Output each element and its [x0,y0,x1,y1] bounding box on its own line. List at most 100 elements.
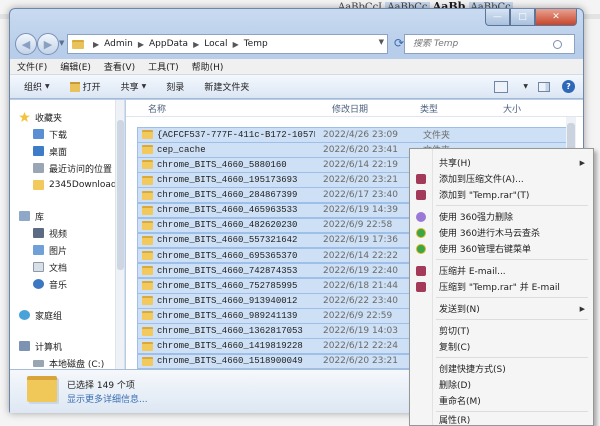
menu-item-label: 压缩到 "Temp.rar" 并 E-mail [439,283,560,293]
share-button[interactable]: 共享 ▼ [121,80,147,93]
minimize-button[interactable]: — [485,9,510,26]
nav-library[interactable]: 库 [19,209,44,223]
menu-item-copy[interactable]: 复制(C) [410,339,593,354]
menu-view[interactable]: 查看(V) [104,60,135,73]
nav-local-disk[interactable]: 本地磁盘 (C:) [33,356,104,369]
file-date: 2022/6/17 23:40 [323,190,398,201]
column-headers: 名称 修改日期 类型 大小 [126,100,583,117]
nav-homegroup[interactable]: 家庭组 [19,308,62,322]
library-icon [19,211,30,221]
column-name[interactable]: 名称 [148,102,166,115]
menu-item-add-archive[interactable]: 添加到压缩文件(A)... [410,171,593,186]
file-name: chrome_BITS_4660_1419819228 [157,341,303,352]
folder-icon [142,281,153,291]
recent-pages-dropdown[interactable]: ▼ [59,39,64,47]
menu-item-cut[interactable]: 剪切(T) [410,323,593,338]
arrow-left-icon: ◀ [21,37,31,51]
menu-separator [436,319,588,320]
menu-edit[interactable]: 编辑(E) [60,60,91,73]
chevron-down-icon: ▼ [141,83,147,90]
menu-item-360-manage-menu[interactable]: 使用 360管理右键菜单 [410,241,593,256]
search-input[interactable] [413,39,553,49]
menu-separator [436,259,588,260]
breadcrumb-item[interactable]: ▶ Local [188,39,227,49]
show-more-details-link[interactable]: 显示更多详细信息... [67,392,148,405]
address-bar[interactable]: ▶ Admin ▶ AppData ▶ Local ▶ Temp ▼ [67,34,388,54]
file-date: 2022/6/12 22:24 [323,341,398,352]
menu-item-create-shortcut[interactable]: 创建快捷方式(S) [410,361,593,376]
organize-button[interactable]: 组织 ▼ [24,80,50,93]
file-date: 2022/6/9 22:59 [323,310,393,321]
menu-item-360-force-delete[interactable]: 使用 360强力删除 [410,209,593,224]
new-folder-label: 新建文件夹 [204,83,250,93]
menu-item-add-temp-rar[interactable]: 添加到 "Temp.rar"(T) [410,187,593,202]
menu-item-label: 属性(R) [439,416,471,426]
file-date: 2022/6/20 23:41 [323,144,398,155]
file-date: 2022/6/22 23:40 [323,295,398,306]
file-name: cep_cache [157,144,206,155]
back-button[interactable]: ◀ [15,33,37,55]
file-date: 2022/4/26 23:09 [323,129,398,140]
nav-music[interactable]: 音乐 [33,277,67,291]
file-row[interactable]: {ACFCF537-777F-411c-B172-1057F89... 2022/… [137,127,567,143]
menu-item-share[interactable]: 共享(H) ▶ [410,155,593,170]
scrollbar-thumb[interactable] [567,123,575,151]
scrollbar-thumb[interactable] [117,120,124,270]
column-type[interactable]: 类型 [420,102,438,115]
breadcrumb-item[interactable]: ▶ AppData [133,39,188,49]
menu-item-send-to[interactable]: 发送到(N) ▶ [410,301,593,316]
winrar-icon [416,189,426,200]
breadcrumb-item[interactable]: ▶ Temp [228,39,268,49]
nav-documents[interactable]: 文档 [33,260,67,274]
nav-video[interactable]: 视频 [33,226,67,240]
forward-button[interactable]: ▶ [37,33,59,55]
nav-favorites[interactable]: 收藏夹 [19,110,62,124]
breadcrumb-item[interactable]: ▶ Admin [88,39,133,49]
menu-item-rename[interactable]: 重命名(M) [410,393,593,408]
breadcrumb-label: Admin [104,39,133,49]
nav-label: 最近访问的位置 [49,164,113,175]
command-bar: 组织 ▼ 打开 共享 ▼ 刻录 新建文件夹 ▼ ? [10,75,583,99]
menu-item-compress-temp-email[interactable]: 压缩到 "Temp.rar" 并 E-mail [410,279,593,294]
homegroup-icon [19,310,30,320]
menu-file[interactable]: 文件(F) [17,60,47,73]
nav-computer[interactable]: 计算机 [19,339,62,353]
desktop-icon [33,146,44,156]
menu-tools[interactable]: 工具(T) [148,60,179,73]
menu-item-delete[interactable]: 删除(D) [410,377,593,392]
column-modified[interactable]: 修改日期 [332,102,368,115]
burn-button[interactable]: 刻录 [166,80,184,93]
folder-icon [142,145,153,155]
menu-item-properties[interactable]: 属性(R) [410,412,593,426]
menu-item-label: 发送到(N) [439,305,480,315]
new-folder-button[interactable]: 新建文件夹 [204,80,249,93]
chevron-down-icon[interactable]: ▼ [523,83,528,90]
menu-item-compress-email[interactable]: 压缩并 E-mail... [410,263,593,278]
close-button[interactable]: ✕ [535,9,577,26]
nav-desktop[interactable]: 桌面 [33,144,67,158]
column-size[interactable]: 大小 [503,102,521,115]
open-button[interactable]: 打开 [69,80,101,93]
file-type: 文件夹 [423,131,451,142]
nav-2345downloads[interactable]: 2345Downloads [33,178,121,192]
address-dropdown-icon[interactable]: ▼ [379,38,384,46]
nav-recent[interactable]: 最近访问的位置 [33,161,112,175]
nav-download[interactable]: 下载 [33,127,67,141]
nav-label: 家庭组 [35,311,63,322]
view-controls: ▼ ? [494,80,575,93]
file-name: chrome_BITS_4660_465963533 [157,205,298,216]
help-icon[interactable]: ? [562,80,575,93]
nav-pictures[interactable]: 图片 [33,243,67,257]
submenu-arrow-icon: ▶ [579,304,585,313]
search-box[interactable] [404,34,575,54]
preview-pane-icon[interactable] [538,81,550,92]
menu-item-360-trojan-scan[interactable]: 使用 360进行木马云查杀 [410,225,593,240]
view-mode-icon[interactable] [494,80,509,93]
menu-help[interactable]: 帮助(H) [192,60,224,73]
chevron-right-icon: ▶ [93,39,100,49]
nav-label: 收藏夹 [35,113,63,124]
nav-label: 库 [35,212,45,223]
file-date: 2022/6/19 14:03 [323,326,398,337]
maximize-button[interactable]: □ [510,9,535,26]
nav-scrollbar[interactable] [115,100,124,369]
